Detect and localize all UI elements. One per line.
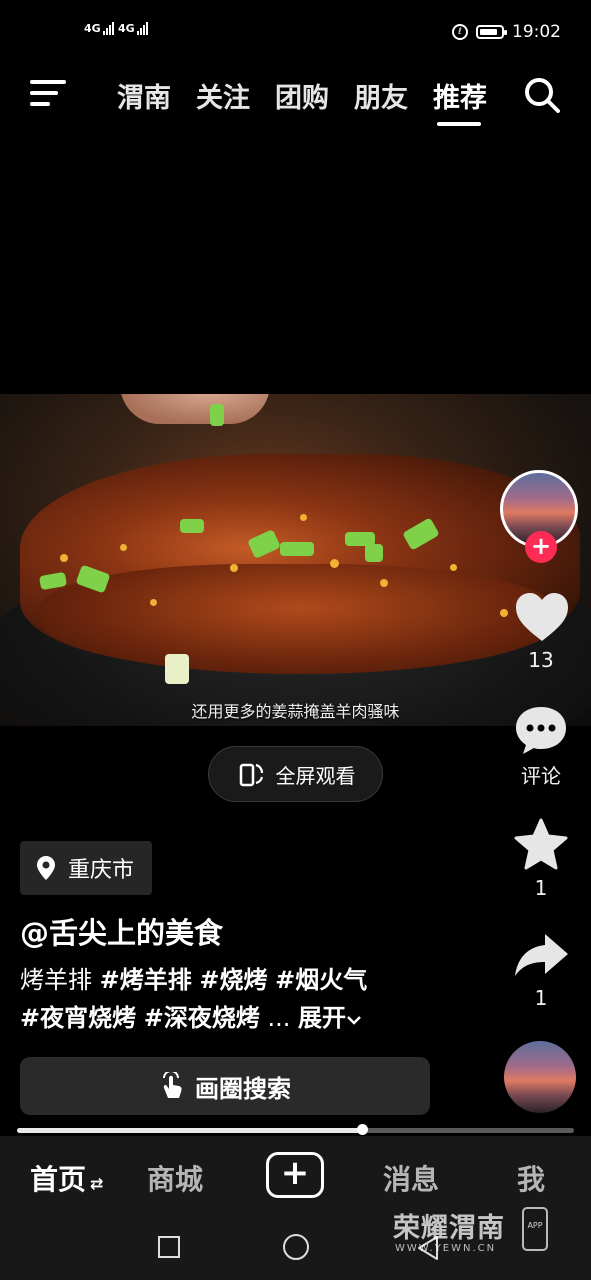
description-line-2: #夜宵烧烤 #深夜烧烤 ... 展开 [20, 998, 362, 1033]
description-text: 烤羊排 [20, 966, 92, 994]
music-disc-avatar[interactable] [504, 1041, 576, 1113]
garnish [165, 654, 189, 684]
favorite-star-icon[interactable] [513, 818, 569, 872]
home-button[interactable] [283, 1234, 309, 1260]
ellipsis: ... [267, 1004, 291, 1032]
author-name[interactable]: @舌尖上的美食 [20, 910, 223, 952]
hashtag[interactable]: #深夜烧烤 [144, 1004, 260, 1032]
chili-flake [450, 564, 457, 571]
video-player[interactable]: 还用更多的姜蒜掩盖羊肉骚味 [0, 394, 591, 726]
network-type-1: 4G [84, 22, 101, 35]
hashtag[interactable]: #烤羊排 [100, 966, 192, 994]
create-post-button[interactable]: + [266, 1152, 324, 1198]
hashtag[interactable]: #烟火气 [275, 966, 367, 994]
nav-home-label: 首页 [30, 1163, 87, 1196]
signal-icon-2: 4G [118, 22, 149, 35]
tab-recommended[interactable]: 推荐 [433, 76, 487, 115]
lamb-chop-image-lower [40, 564, 560, 674]
recent-apps-button[interactable] [158, 1236, 180, 1258]
garnish [280, 542, 314, 556]
watermark-app-icon: APP [522, 1207, 548, 1251]
location-tag[interactable]: 重庆市 [20, 841, 153, 895]
power-saving-icon: ℓ [452, 24, 468, 40]
top-nav: 渭南 关注 团购 朋友 推荐 [0, 70, 591, 130]
network-type-2: 4G [118, 22, 135, 35]
tab-group-buy[interactable]: 团购 [275, 76, 329, 115]
location-pin-icon [37, 856, 55, 880]
watermark-title: 荣耀渭南 [393, 1213, 505, 1244]
watermark-url: WWW.YEWN.CN [395, 1243, 497, 1254]
video-subtitle: 还用更多的姜蒜掩盖羊肉骚味 [191, 702, 400, 721]
chili-flake [380, 579, 388, 587]
status-right: ℓ 19:02 [452, 22, 561, 42]
finger-image [120, 394, 270, 424]
rotate-screen-icon [239, 763, 263, 787]
hashtag[interactable]: #烧烤 [199, 966, 267, 994]
comment-label: 评论 [521, 764, 561, 788]
chili-flake [120, 544, 127, 551]
nav-me[interactable]: 我 [517, 1158, 545, 1198]
circle-search-label: 画圈搜索 [195, 1074, 291, 1103]
description-line-1: 烤羊排 #烤羊排 #烧烤 #烟火气 [20, 960, 367, 995]
comment-icon[interactable] [514, 704, 568, 756]
circle-search-button[interactable]: 画圈搜索 [20, 1057, 430, 1115]
video-progress-handle[interactable] [357, 1124, 368, 1135]
bottom-nav: 首页 ⇄ 商城 + 消息 我 [0, 1136, 591, 1216]
status-bar: 4G 4G ℓ 19:02 [0, 0, 591, 70]
active-tab-indicator [437, 122, 481, 126]
search-icon[interactable] [523, 76, 561, 114]
hand-tap-icon [163, 1072, 182, 1098]
chili-flake [60, 554, 68, 562]
garnish [210, 404, 224, 426]
chili-flake [500, 609, 508, 617]
nav-home[interactable]: 首页 ⇄ [30, 1158, 103, 1198]
location-name: 重庆市 [68, 858, 135, 883]
like-count: 13 [528, 648, 554, 672]
video-progress-fill [17, 1128, 362, 1133]
tab-friends[interactable]: 朋友 [354, 76, 408, 115]
nav-messages[interactable]: 消息 [383, 1158, 439, 1198]
fullscreen-button[interactable]: 全屏观看 [208, 746, 383, 802]
chevron-down-icon [347, 1016, 361, 1025]
signal-icon: 4G [84, 22, 115, 35]
expand-button[interactable]: 展开 [298, 1004, 362, 1032]
share-count: 1 [534, 986, 548, 1010]
garnish [180, 519, 204, 533]
chili-flake [230, 564, 238, 572]
chili-flake [330, 559, 339, 568]
expand-label: 展开 [298, 1004, 347, 1032]
switch-icon: ⇄ [90, 1174, 104, 1193]
like-icon[interactable] [514, 591, 570, 643]
favorite-count: 1 [534, 876, 548, 900]
clock: 19:02 [512, 22, 561, 42]
tab-weinan[interactable]: 渭南 [117, 76, 171, 115]
tab-following[interactable]: 关注 [196, 76, 250, 115]
follow-button[interactable]: + [525, 531, 557, 563]
battery-icon [476, 25, 507, 39]
nav-mall[interactable]: 商城 [147, 1158, 203, 1198]
chili-flake [150, 599, 157, 606]
hashtag[interactable]: #夜宵烧烤 [20, 1004, 136, 1032]
fullscreen-label: 全屏观看 [275, 763, 356, 788]
share-icon[interactable] [513, 932, 569, 978]
chili-flake [300, 514, 307, 521]
garnish [365, 544, 383, 562]
menu-icon[interactable] [30, 78, 68, 108]
